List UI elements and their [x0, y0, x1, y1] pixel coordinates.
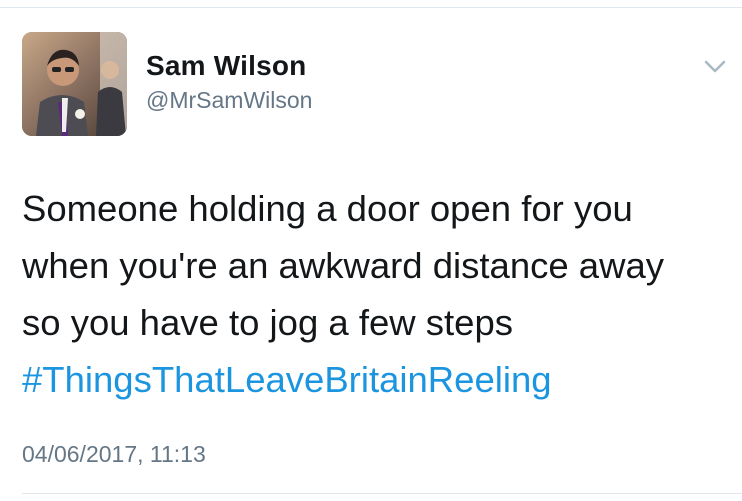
top-divider [0, 7, 742, 8]
tweet-card: Sam Wilson @MrSamWilson Someone holding … [0, 0, 742, 501]
author-name[interactable]: Sam Wilson [146, 50, 306, 82]
tweet-text-line: Someone holding a door open for you [22, 188, 633, 229]
tweet-text-line: so you have to jog a few steps [22, 302, 514, 343]
avatar-photo [22, 32, 127, 136]
tweet-text: Someone holding a door open for you when… [22, 180, 734, 408]
tweet-timestamp[interactable]: 04/06/2017, 11:13 [22, 441, 206, 468]
bottom-divider [22, 493, 742, 494]
tweet-text-line: when you're an awkward distance away [22, 245, 665, 286]
tweet-menu-button[interactable] [700, 54, 730, 80]
chevron-down-icon [704, 60, 726, 73]
author-handle[interactable]: @MrSamWilson [146, 87, 312, 114]
avatar[interactable] [22, 32, 127, 136]
hashtag-link[interactable]: #ThingsThatLeaveBritainReeling [22, 351, 734, 408]
